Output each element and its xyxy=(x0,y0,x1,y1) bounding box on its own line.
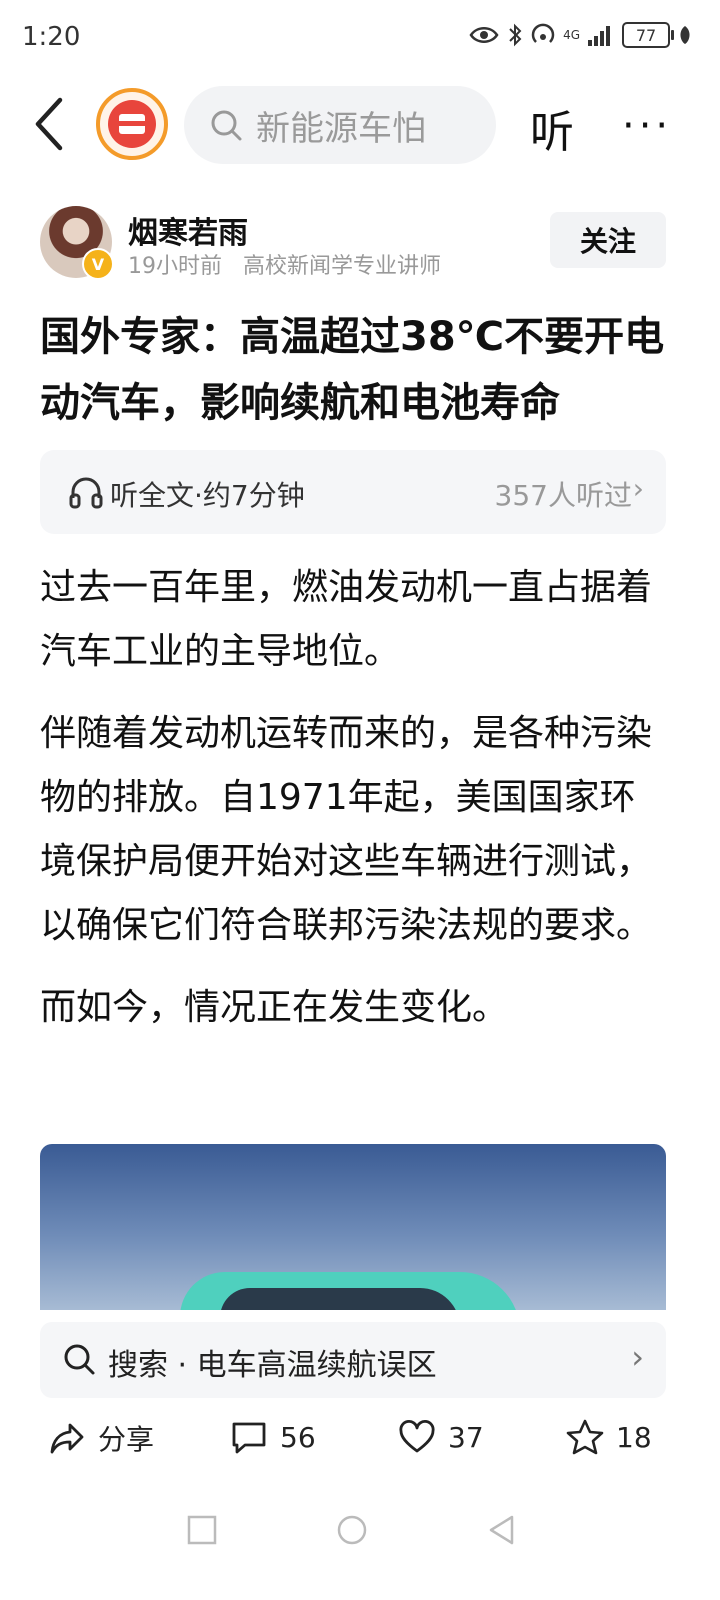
comment-icon xyxy=(232,1422,266,1454)
like-count: 37 xyxy=(448,1420,484,1454)
status-time: 1:20 xyxy=(22,22,81,52)
network-type: 4G xyxy=(563,28,580,42)
back-button[interactable] xyxy=(28,96,72,152)
like-button[interactable]: 37 xyxy=(398,1418,484,1456)
battery-indicator: 77 xyxy=(622,22,674,48)
paragraph: 过去一百年里，燃油发动机一直占据着汽车工业的主导地位。 xyxy=(40,567,653,672)
bluetooth-icon xyxy=(509,23,522,47)
search-query: 新能源车怕 xyxy=(256,108,426,149)
listen-button[interactable]: 听 xyxy=(530,96,574,160)
chevron-right-icon: › xyxy=(631,1338,644,1376)
post-time: 19小时前 xyxy=(128,254,222,279)
share-button[interactable]: 分享 xyxy=(48,1418,154,1458)
search-box[interactable]: 新能源车怕 xyxy=(184,86,496,164)
chevron-right-icon: › xyxy=(632,472,644,505)
home-icon[interactable] xyxy=(336,1514,368,1546)
star-icon xyxy=(566,1419,604,1455)
follow-button[interactable]: 关注 xyxy=(550,212,666,268)
author-name[interactable]: 烟寒若雨 xyxy=(128,208,248,252)
related-search-label: 搜索 · 电车高温续航误区 xyxy=(108,1348,437,1383)
status-icons: 4G 77 xyxy=(469,22,692,48)
eye-icon xyxy=(469,27,499,43)
article-image[interactable] xyxy=(40,1144,666,1310)
paragraph: 伴随着发动机运转而来的，是各种污染物的排放。自1971年起，美国国家环境保护局便… xyxy=(40,713,653,946)
signal-icon xyxy=(588,26,610,46)
listen-full-article-bar[interactable]: 听全文·约7分钟 357人听过 › xyxy=(40,450,666,534)
verified-badge: V xyxy=(82,248,114,280)
heart-icon xyxy=(399,1419,435,1453)
author-title: 高校新闻学专业讲师 xyxy=(243,254,442,279)
listen-count: 357人听过 xyxy=(494,479,632,512)
back-nav-icon[interactable] xyxy=(486,1514,518,1546)
car-illustration xyxy=(180,1272,520,1310)
favorite-count: 18 xyxy=(616,1420,652,1454)
recent-apps-icon[interactable] xyxy=(186,1514,218,1546)
comment-count: 56 xyxy=(280,1420,316,1454)
article-body: 过去一百年里，燃油发动机一直占据着汽车工业的主导地位。 伴随着发动机运转而来的，… xyxy=(40,556,670,1058)
more-button[interactable]: ··· xyxy=(622,103,672,149)
leaf-icon xyxy=(680,26,690,44)
listen-label: 听全文·约7分钟 xyxy=(110,479,305,512)
article-title: 国外专家：高温超过38℃不要开电动汽车，影响续航和电池寿命 xyxy=(40,314,665,426)
share-label: 分享 xyxy=(98,1423,155,1456)
author-meta: 19小时前 高校新闻学专业讲师 xyxy=(128,248,455,280)
chevron-left-icon xyxy=(35,97,63,151)
hotspot-icon xyxy=(531,23,555,43)
search-icon xyxy=(211,110,242,141)
share-icon xyxy=(50,1423,84,1454)
related-search-bar[interactable]: 搜索 · 电车高温续航误区 › xyxy=(40,1322,666,1398)
app-logo[interactable] xyxy=(96,88,168,160)
favorite-button[interactable]: 18 xyxy=(566,1418,652,1456)
headphones-icon xyxy=(69,477,103,509)
comment-button[interactable]: 56 xyxy=(230,1418,316,1456)
search-icon xyxy=(64,1344,95,1375)
paragraph: 而如今，情况正在发生变化。 xyxy=(40,987,509,1028)
